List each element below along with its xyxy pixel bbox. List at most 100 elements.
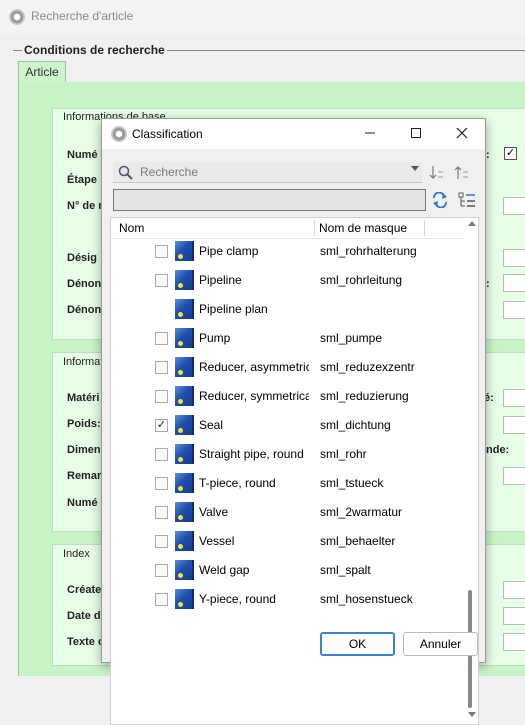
classification-icon — [175, 473, 194, 493]
row-mask-name: sml_hosenstueck — [320, 592, 413, 606]
header-separator[interactable] — [424, 220, 425, 236]
bg-input-8[interactable] — [503, 581, 525, 599]
classification-icon — [175, 328, 194, 348]
maximize-icon[interactable] — [393, 119, 439, 149]
field-label-material: Matéri — [67, 392, 100, 404]
sort-ascending-icon[interactable] — [428, 164, 446, 182]
row-name: Pipeline — [199, 273, 242, 287]
list-item[interactable]: ✓ Seal sml_dichtung — [111, 412, 463, 441]
bg-input-1[interactable] — [503, 197, 525, 215]
list-item[interactable]: T-piece, round sml_tstueck — [111, 470, 463, 499]
minimize-icon[interactable] — [347, 119, 393, 149]
row-name: Pipe clamp — [199, 244, 259, 258]
row-name: Pump — [199, 331, 231, 345]
row-checkbox[interactable] — [155, 245, 168, 258]
bg-input-10[interactable] — [503, 633, 525, 651]
row-mask-name: sml_rohr — [320, 447, 367, 461]
index-section-title: Index — [63, 548, 90, 560]
header-separator[interactable] — [314, 220, 315, 236]
row-mask-name: sml_spalt — [320, 563, 371, 577]
search-placeholder: Recherche — [140, 165, 199, 179]
list-item[interactable]: Reducer, symmetrical sml_reduzierung — [111, 383, 463, 412]
bg-input-7[interactable] — [503, 467, 525, 485]
bg-input-6[interactable] — [503, 416, 525, 434]
row-checkbox[interactable] — [155, 448, 168, 461]
row-checkbox[interactable] — [155, 274, 168, 287]
row-name: Reducer, asymmetric — [199, 360, 309, 374]
field-label-step: Étape — [67, 174, 97, 186]
row-mask-name: sml_behaelter — [320, 534, 396, 548]
field-label-designation: Désig — [67, 252, 97, 264]
row-checkbox[interactable]: ✓ — [155, 419, 168, 432]
window-title: Recherche d'article — [31, 9, 134, 23]
classification-icon — [175, 386, 194, 406]
search-input[interactable]: Recherche — [113, 162, 422, 183]
bg-input-3[interactable] — [503, 274, 525, 292]
dialog-gear-icon — [111, 126, 127, 142]
column-header-mask[interactable]: Nom de masque — [319, 221, 407, 235]
refresh-icon[interactable] — [431, 192, 449, 208]
field-label-creator: Créate — [67, 584, 102, 596]
list-item[interactable]: Valve sml_2warmatur — [111, 499, 463, 528]
field-label-number-2: Numé — [67, 497, 98, 509]
classification-icon — [175, 444, 194, 464]
classification-dialog: Classification Recherche Nom Nom de masq… — [101, 118, 486, 725]
cancel-button[interactable]: Annuler — [403, 632, 478, 656]
field-label-weight: Poids: — [67, 418, 101, 430]
row-name: Reducer, symmetrical — [199, 389, 309, 403]
row-name: Straight pipe, round — [199, 447, 304, 461]
classification-icon — [175, 589, 194, 609]
right-checkbox[interactable]: ✓ — [504, 147, 517, 160]
row-mask-name: sml_tstueck — [320, 476, 384, 490]
row-mask-name: sml_reduzexzentr — [320, 360, 415, 374]
row-checkbox[interactable] — [155, 477, 168, 490]
search-dropdown-icon[interactable] — [411, 166, 419, 171]
column-header-name[interactable]: Nom — [119, 221, 144, 235]
row-mask-name: sml_2warmatur — [320, 505, 403, 519]
row-checkbox[interactable] — [155, 361, 168, 374]
filter-field[interactable] — [113, 189, 426, 211]
field-label-remark: Remar — [67, 470, 102, 482]
field-label-right-2: : — [486, 278, 490, 290]
app-gear-icon — [9, 9, 25, 25]
scroll-up-icon[interactable] — [468, 221, 476, 226]
tree-expand-icon[interactable] — [458, 192, 476, 208]
bg-input-4[interactable] — [503, 301, 525, 319]
bg-input-5[interactable] — [503, 389, 525, 407]
row-name: Pipeline plan — [199, 302, 268, 316]
bg-input-9[interactable] — [503, 607, 525, 625]
row-checkbox[interactable] — [155, 390, 168, 403]
row-checkbox[interactable] — [155, 593, 168, 606]
dialog-title: Classification — [132, 127, 203, 141]
ok-button[interactable]: OK — [320, 632, 395, 656]
row-checkbox[interactable] — [155, 535, 168, 548]
row-checkbox[interactable] — [155, 506, 168, 519]
row-checkbox[interactable] — [155, 332, 168, 345]
bg-input-2[interactable] — [503, 249, 525, 267]
list-item[interactable]: Straight pipe, round sml_rohr — [111, 441, 463, 470]
row-name: Y-piece, round — [199, 592, 276, 606]
row-name: Seal — [199, 418, 224, 432]
list-item[interactable]: Pipe clamp sml_rohrhalterung — [111, 238, 463, 267]
list-item[interactable]: Reducer, asymmetric sml_reduzexzentr — [111, 354, 463, 383]
field-label-text: Texte c — [67, 636, 105, 648]
row-checkbox[interactable] — [155, 564, 168, 577]
row-mask-name: sml_rohrhalterung — [320, 244, 417, 258]
row-mask-name: sml_rohrleitung — [320, 273, 403, 287]
list-item[interactable]: Y-piece, round sml_hosenstueck — [111, 586, 463, 615]
classification-icon — [175, 502, 194, 522]
sort-descending-icon[interactable] — [453, 164, 471, 182]
tab-article[interactable]: Article — [18, 61, 66, 83]
field-label-right-1: : — [486, 149, 490, 161]
field-label-no: N° de n — [67, 200, 106, 212]
row-name: T-piece, round — [199, 476, 276, 490]
close-icon[interactable] — [439, 119, 485, 149]
list-item[interactable]: Vessel sml_behaelter — [111, 528, 463, 557]
classification-icon — [175, 270, 194, 290]
list-item[interactable]: Weld gap sml_spalt — [111, 557, 463, 586]
list-item[interactable]: Pump sml_pumpe — [111, 325, 463, 354]
scroll-down-icon[interactable] — [468, 712, 476, 717]
list-item[interactable]: Pipeline plan — [111, 296, 463, 325]
list-item[interactable]: Pipeline sml_rohrleitung — [111, 267, 463, 296]
classification-icon — [175, 299, 194, 319]
